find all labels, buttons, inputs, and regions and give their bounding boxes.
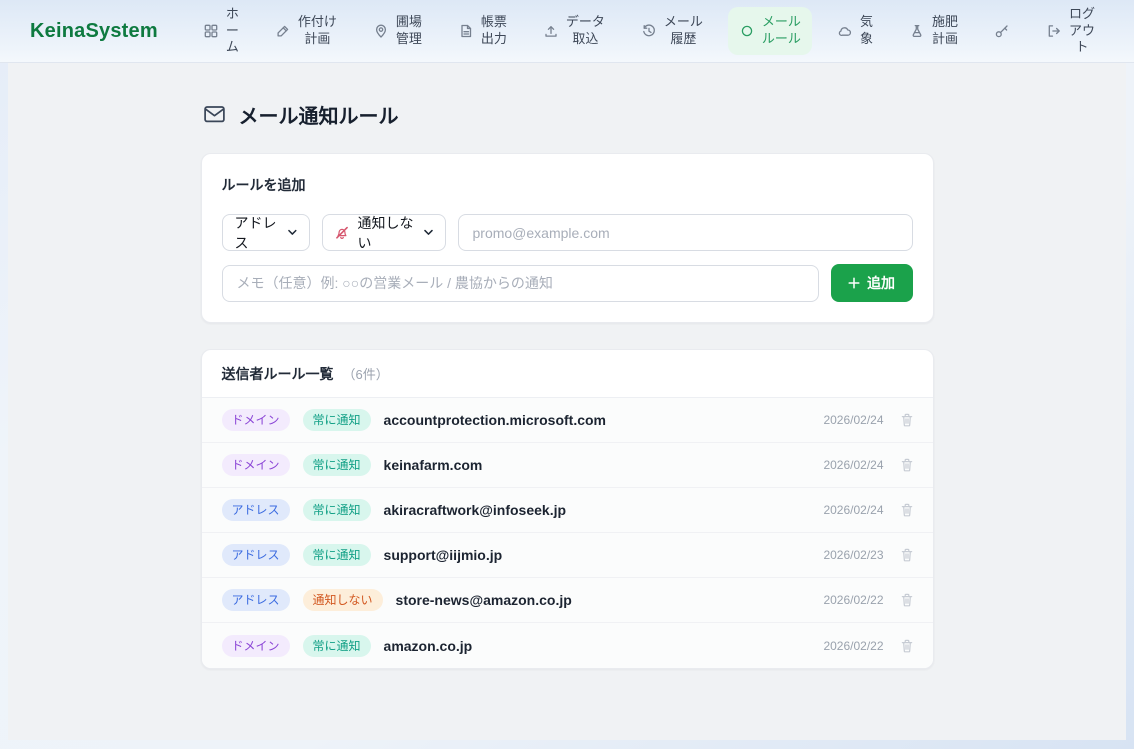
rule-row: ドメイン 常に通知 accountprotection.microsoft.co…	[202, 398, 933, 443]
rule-row: ドメイン 常に通知 keinafarm.com 2026/02/24	[202, 443, 933, 488]
rule-action-badge: 常に通知	[303, 544, 371, 566]
rule-type-badge: ドメイン	[222, 635, 290, 657]
rule-action-badge: 通知しない	[303, 589, 383, 611]
rule-date: 2026/02/22	[823, 639, 883, 653]
rules-list-header: 送信者ルール一覧 （6件）	[202, 350, 933, 398]
rule-type-select-value: アドレス	[235, 213, 279, 253]
rules-list-count: （6件）	[343, 364, 389, 383]
nav-item-logout[interactable]: ログ アウ ト	[1035, 0, 1106, 63]
history-icon	[641, 23, 657, 39]
plus-icon	[848, 277, 860, 289]
rule-action-badge: 常に通知	[303, 454, 371, 476]
page-title: メール通知ルール	[203, 100, 934, 129]
rule-type-badge: アドレス	[222, 499, 290, 521]
trash-icon	[899, 592, 915, 608]
map-pin-icon	[373, 23, 389, 39]
rule-row: アドレス 常に通知 akiracraftwork@infoseek.jp 202…	[202, 488, 933, 533]
add-rule-button[interactable]: 追加	[831, 264, 913, 302]
chevron-down-icon	[288, 229, 297, 236]
nav-item-report-output[interactable]: 帳票 出力	[447, 7, 518, 54]
main-surface: メール通知ルール ルールを追加 アドレス 通知しな	[8, 63, 1126, 740]
add-rule-card: ルールを追加 アドレス 通知しない	[201, 153, 934, 323]
rule-date: 2026/02/24	[823, 503, 883, 517]
trash-icon	[899, 638, 915, 654]
address-input[interactable]	[458, 214, 913, 251]
circle-icon	[739, 23, 755, 39]
delete-rule-button[interactable]	[897, 500, 917, 520]
rule-action-badge: 常に通知	[303, 409, 371, 431]
rules-list-card: 送信者ルール一覧 （6件） ドメイン 常に通知 accountprotectio…	[201, 349, 934, 669]
rule-date: 2026/02/24	[823, 413, 883, 427]
rules-list-body: ドメイン 常に通知 accountprotection.microsoft.co…	[202, 398, 933, 668]
nav-item-home[interactable]: ホ ー ム	[192, 0, 250, 63]
rule-type-badge: ドメイン	[222, 409, 290, 431]
nav-item-mail-rules[interactable]: メール ルール	[728, 7, 812, 54]
key-icon	[994, 23, 1010, 39]
pen-icon	[275, 23, 291, 39]
cloud-icon	[837, 23, 853, 39]
rules-list-title: 送信者ルール一覧	[222, 364, 334, 384]
flask-icon	[909, 23, 925, 39]
rule-action-select[interactable]: 通知しない	[322, 214, 446, 251]
nav-item-field-management[interactable]: 圃場 管理	[362, 7, 433, 54]
rule-date: 2026/02/23	[823, 548, 883, 562]
rule-action-badge: 常に通知	[303, 635, 371, 657]
rule-row: ドメイン 常に通知 amazon.co.jp 2026/02/22	[202, 623, 933, 668]
brand-logo[interactable]: KeinaSystem	[30, 20, 158, 43]
rule-type-select[interactable]: アドレス	[222, 214, 310, 251]
add-rule-button-label: 追加	[867, 273, 895, 293]
rule-value: akiracraftwork@infoseek.jp	[384, 502, 567, 518]
rule-type-badge: ドメイン	[222, 454, 290, 476]
rule-row: アドレス 通知しない store-news@amazon.co.jp 2026/…	[202, 578, 933, 623]
rule-date: 2026/02/24	[823, 458, 883, 472]
trash-icon	[899, 457, 915, 473]
chevron-down-icon	[424, 229, 433, 236]
nav-item-planting-plan[interactable]: 作付け 計画	[264, 7, 348, 54]
rule-row: アドレス 常に通知 support@iijmio.jp 2026/02/23	[202, 533, 933, 578]
trash-icon	[899, 502, 915, 518]
rule-value: store-news@amazon.co.jp	[396, 592, 572, 608]
rule-action-badge: 常に通知	[303, 499, 371, 521]
document-icon	[458, 23, 474, 39]
page-title-text: メール通知ルール	[239, 100, 399, 129]
grid-icon	[203, 23, 219, 39]
nav-item-key[interactable]	[983, 16, 1021, 46]
trash-icon	[899, 547, 915, 563]
envelope-icon	[203, 103, 226, 126]
delete-rule-button[interactable]	[897, 545, 917, 565]
upload-icon	[543, 23, 559, 39]
rule-type-badge: アドレス	[222, 589, 290, 611]
bell-muted-icon	[335, 226, 349, 240]
delete-rule-button[interactable]	[897, 636, 917, 656]
rule-value: amazon.co.jp	[384, 638, 473, 654]
main-nav: ホ ー ム 作付け 計画 圃場 管理 帳票 出力 データ 取込 メール 履歴 メ…	[192, 0, 1106, 63]
nav-item-mail-history[interactable]: メール 履歴	[630, 7, 714, 54]
rule-type-badge: アドレス	[222, 544, 290, 566]
add-rule-heading: ルールを追加	[222, 175, 913, 195]
rule-value: accountprotection.microsoft.com	[384, 412, 606, 428]
logout-icon	[1046, 23, 1062, 39]
rule-value: support@iijmio.jp	[384, 547, 503, 563]
trash-icon	[899, 412, 915, 428]
rule-value: keinafarm.com	[384, 457, 483, 473]
delete-rule-button[interactable]	[897, 410, 917, 430]
memo-input[interactable]	[222, 265, 819, 302]
top-navbar: KeinaSystem ホ ー ム 作付け 計画 圃場 管理 帳票 出力 データ…	[0, 0, 1134, 63]
rule-date: 2026/02/22	[823, 593, 883, 607]
nav-item-data-import[interactable]: データ 取込	[532, 7, 616, 54]
delete-rule-button[interactable]	[897, 455, 917, 475]
rule-action-select-value: 通知しない	[358, 213, 415, 253]
nav-item-weather[interactable]: 気 象	[826, 7, 884, 54]
delete-rule-button[interactable]	[897, 590, 917, 610]
nav-item-fertilizer-plan[interactable]: 施肥 計画	[898, 7, 969, 54]
